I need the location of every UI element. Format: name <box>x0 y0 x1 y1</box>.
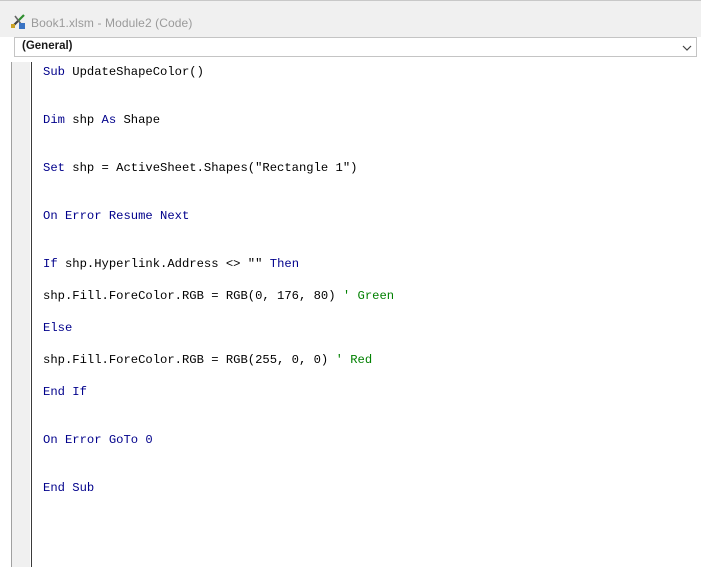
code-line[interactable]: Dim shp As Shape <box>43 112 160 128</box>
code-keyword: Set <box>43 161 65 175</box>
object-dropdown[interactable]: (General) <box>14 37 697 57</box>
code-text: UpdateShapeColor() <box>64 65 204 79</box>
gutter-divider <box>31 62 32 567</box>
code-comment: ' Red <box>335 353 373 367</box>
title-bar: Book1.xlsm - Module2 (Code) <box>0 0 701 37</box>
code-keyword: As <box>101 113 117 127</box>
code-keyword: End Sub <box>43 481 95 495</box>
margin-indicator-bar[interactable] <box>11 62 30 567</box>
code-line[interactable]: shp.Fill.ForeColor.RGB = RGB(255, 0, 0) … <box>43 352 372 368</box>
code-line[interactable]: If shp.Hyperlink.Address <> "" Then <box>43 256 299 272</box>
code-keyword: On Error GoTo 0 <box>43 433 153 447</box>
code-keyword: If <box>43 257 58 271</box>
chevron-down-icon[interactable] <box>681 42 693 54</box>
code-line[interactable]: Sub UpdateShapeColor() <box>43 64 204 80</box>
code-line[interactable]: End If <box>43 384 87 400</box>
code-line[interactable]: End Sub <box>43 480 94 496</box>
code-keyword: Then <box>269 257 300 271</box>
code-line[interactable]: Else <box>43 320 72 336</box>
code-keyword: Sub <box>43 65 65 79</box>
vba-module-icon <box>11 14 25 29</box>
code-keyword: On Error Resume Next <box>43 209 190 223</box>
code-text: Shape <box>116 113 161 127</box>
object-dropdown-value: (General) <box>22 40 73 52</box>
code-keyword: End If <box>43 385 87 399</box>
code-keyword: Dim <box>43 113 65 127</box>
code-line[interactable]: Set shp = ActiveSheet.Shapes("Rectangle … <box>43 160 358 176</box>
code-text: shp = ActiveSheet.Shapes("Rectangle 1") <box>64 161 358 175</box>
code-comment: ' Green <box>342 289 395 303</box>
window-title: Book1.xlsm - Module2 (Code) <box>31 16 193 30</box>
code-line[interactable]: On Error GoTo 0 <box>43 432 153 448</box>
code-editor[interactable]: Sub UpdateShapeColor() Dim shp As Shape … <box>0 58 701 567</box>
code-text: shp.Fill.ForeColor.RGB = RGB(255, 0, 0) <box>43 353 336 367</box>
code-text: shp <box>64 113 102 127</box>
code-text: shp.Fill.ForeColor.RGB = RGB(0, 176, 80) <box>43 289 343 303</box>
code-keyword: Else <box>43 321 73 335</box>
code-line[interactable]: shp.Fill.ForeColor.RGB = RGB(0, 176, 80)… <box>43 288 394 304</box>
code-line[interactable]: On Error Resume Next <box>43 208 189 224</box>
code-text: shp.Hyperlink.Address <> "" <box>57 257 270 271</box>
